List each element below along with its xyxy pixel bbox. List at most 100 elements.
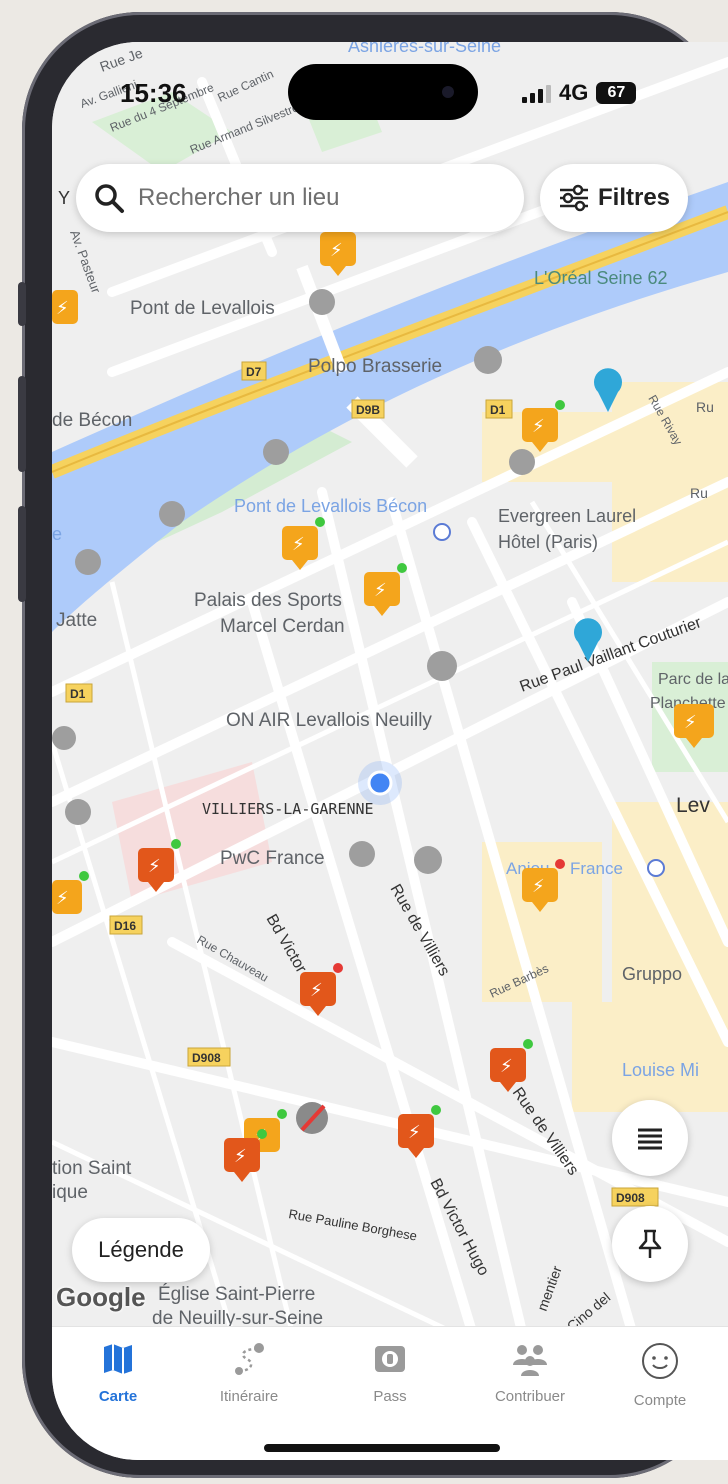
phone-volume-down-button	[18, 506, 26, 602]
network-type: 4G	[559, 80, 589, 105]
tab-bar: Carte Itinéraire Pass Contribuer Compte	[52, 1326, 728, 1460]
map-label-hotel-paris: Hôtel (Paris)	[498, 532, 598, 552]
svg-text:⚡: ⚡	[532, 876, 545, 897]
search-input[interactable]	[136, 183, 480, 213]
map-label-d9b: D9B	[356, 403, 380, 417]
svg-text:⚡: ⚡	[310, 980, 323, 1001]
map-label-de-becon: de Bécon	[52, 410, 132, 431]
map-label-d908-2: D908	[616, 1191, 645, 1205]
map-label-marcel-cerdan: Marcel Cerdan	[220, 616, 345, 637]
search-bar[interactable]	[76, 164, 524, 232]
map-label-villiers: VILLIERS-LA-GARENNE	[202, 800, 374, 818]
list-view-button[interactable]	[612, 1100, 688, 1176]
tab-compte[interactable]: Compte	[600, 1341, 720, 1409]
dynamic-island	[288, 64, 478, 120]
svg-text:⚡: ⚡	[56, 888, 69, 909]
pass-icon	[375, 1346, 405, 1372]
status-indicators: 4G 67	[522, 80, 637, 106]
map-label-jatte: Jatte	[56, 610, 97, 631]
map-label-d16: D16	[114, 919, 136, 933]
map-label-d7: D7	[246, 365, 262, 379]
svg-text:⚡: ⚡	[330, 240, 343, 261]
map-icon	[104, 1344, 132, 1374]
svg-text:⚡: ⚡	[532, 416, 545, 437]
map-label-ru-1: Ru	[696, 399, 714, 415]
map-label-d1-left: D1	[70, 687, 86, 701]
metro-icon	[647, 859, 665, 877]
sliders-icon	[559, 184, 588, 212]
home-indicator	[264, 1444, 500, 1452]
filters-label: Filtres	[597, 184, 671, 211]
signal-icon	[522, 83, 551, 103]
poi-school-icon[interactable]	[65, 799, 91, 825]
legend-button[interactable]: Légende	[72, 1218, 210, 1282]
poi-leaf-icon[interactable]	[263, 439, 289, 465]
map-label-ru-2: Ru	[690, 485, 708, 501]
user-location-icon	[367, 770, 393, 796]
tab-pass[interactable]: Pass	[330, 1341, 450, 1405]
tab-label: Compte	[633, 1392, 687, 1409]
poi-hospital-icon[interactable]	[414, 846, 442, 874]
svg-text:⚡: ⚡	[374, 580, 387, 601]
tab-itineraire[interactable]: Itinéraire	[189, 1341, 309, 1405]
phone-volume-up-button	[18, 376, 26, 472]
map-label-pwc: PwC France	[220, 848, 325, 869]
map-label-eglise: Église Saint-Pierre	[158, 1284, 315, 1305]
poi-bridge-icon[interactable]	[309, 289, 335, 315]
map-label-ique: ique	[52, 1182, 88, 1203]
poi-restaurant-icon[interactable]	[474, 346, 502, 374]
search-icon	[95, 184, 124, 213]
map-label-asnieres: Asnières-sur-Seine	[348, 42, 501, 56]
tab-label: Carte	[98, 1388, 138, 1405]
map-label-gruppo: Gruppo	[622, 964, 682, 984]
google-logo: Google	[56, 1282, 146, 1312]
metro-icon	[433, 523, 451, 541]
poi-restaurant-icon[interactable]	[159, 501, 185, 527]
tab-label: Contribuer	[494, 1388, 566, 1405]
svg-text:⚡: ⚡	[234, 1146, 247, 1167]
poi-restaurant-icon[interactable]	[52, 726, 76, 750]
map-label-y: Y	[58, 188, 70, 208]
map-label-palais-sports: Palais des Sports	[194, 590, 342, 611]
poi-pin-icon[interactable]	[427, 651, 457, 681]
pushpin-icon	[638, 1229, 662, 1258]
smiley-icon	[642, 1343, 678, 1379]
map-label-lev: Lev	[676, 794, 710, 817]
tab-label: Pass	[373, 1388, 407, 1405]
map-label-tion-saint: tion Saint	[52, 1158, 132, 1179]
map-label-d1-top: D1	[490, 403, 506, 417]
map-label-louise-mi: Louise Mi	[622, 1060, 699, 1080]
map-label-loreal: L'Oréal Seine 62	[534, 268, 668, 288]
poi-hotel-icon[interactable]	[509, 449, 535, 475]
pin-button[interactable]	[612, 1206, 688, 1282]
svg-text:⚡: ⚡	[500, 1056, 513, 1077]
map-label-pont-levallois: Pont de Levallois	[130, 298, 275, 319]
svg-text:⚡: ⚡	[292, 534, 305, 555]
map-label-polpo: Polpo Brasserie	[308, 356, 442, 377]
map-label-on-air: ON AIR Levallois Neuilly	[226, 710, 432, 731]
svg-text:⚡: ⚡	[148, 856, 161, 877]
tab-contribuer[interactable]: Contribuer	[470, 1341, 590, 1405]
status-time: 15:36	[120, 78, 187, 108]
tab-label: Itinéraire	[219, 1388, 279, 1405]
filters-button[interactable]: Filtres	[540, 164, 688, 232]
svg-text:⚡: ⚡	[408, 1122, 421, 1143]
poi-museum-icon[interactable]	[349, 841, 375, 867]
svg-text:⚡: ⚡	[56, 298, 69, 319]
phone-action-button	[18, 282, 26, 326]
route-icon	[235, 1343, 264, 1375]
map-label-evergreen: Evergreen Laurel	[498, 506, 636, 526]
screen: D7 D9B D1 D1 D16 D908 D908 Rue Je Av. Ga…	[52, 42, 728, 1460]
poi-restaurant-icon[interactable]	[75, 549, 101, 575]
battery-icon: 67	[596, 82, 637, 104]
map-label-france: France	[570, 859, 623, 878]
map-label-parc: Parc de la	[658, 671, 728, 688]
community-icon	[513, 1345, 547, 1376]
list-icon	[638, 1128, 662, 1150]
charger-marker[interactable]: ⚡	[52, 290, 78, 324]
svg-text:⚡: ⚡	[684, 712, 697, 733]
map-label-pont-levallois-becon: Pont de Levallois Bécon	[234, 496, 427, 516]
map-label-d908-1: D908	[192, 1051, 221, 1065]
tab-carte[interactable]: Carte	[58, 1341, 178, 1405]
map-label-e: e	[52, 524, 62, 544]
